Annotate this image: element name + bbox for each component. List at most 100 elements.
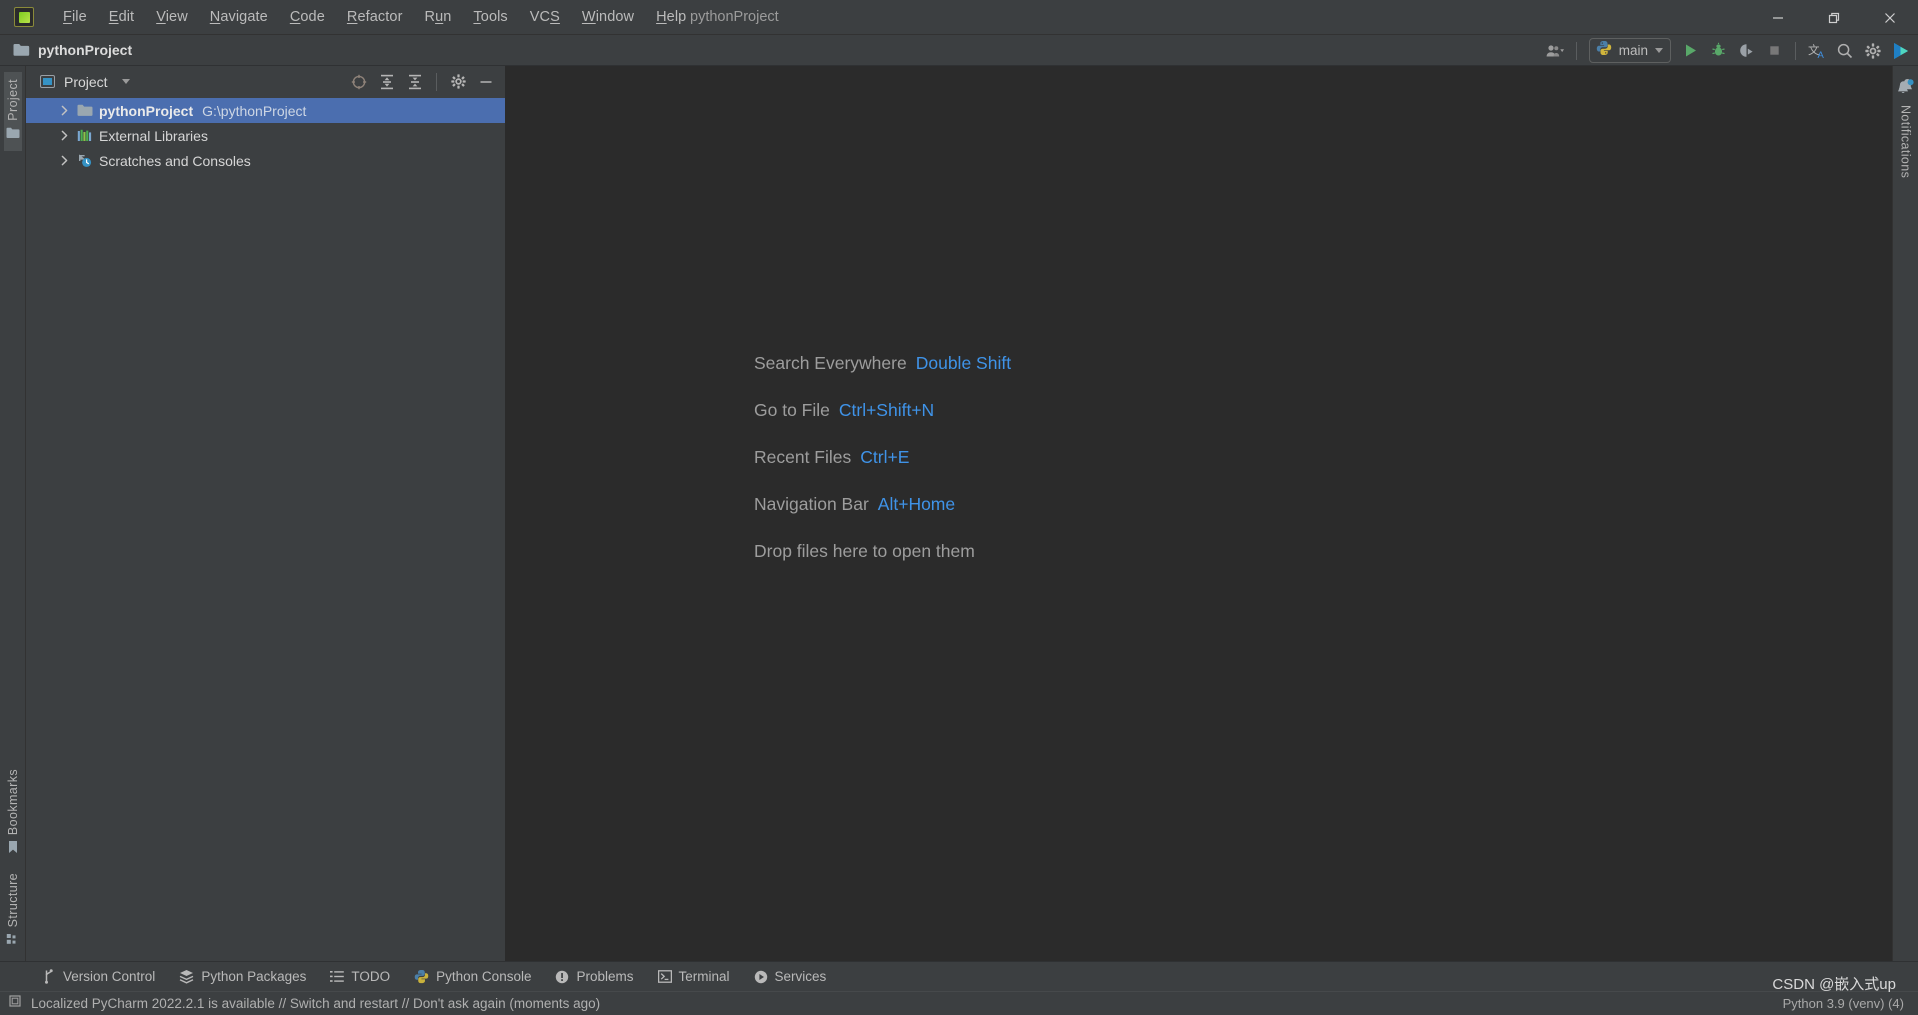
tool-window-options-button[interactable] xyxy=(445,69,471,94)
menu-item-tools[interactable]: Tools xyxy=(462,5,518,29)
chevron-right-icon[interactable] xyxy=(56,130,72,141)
rail-label-bookmarks: Bookmarks xyxy=(5,768,20,835)
bottom-tool-bar: Version Control Python Packages TODO Python… xyxy=(0,961,1918,991)
status-message[interactable]: Localized PyCharm 2022.2.1 is available … xyxy=(31,996,600,1011)
rail-button-project[interactable]: Project xyxy=(3,72,22,151)
main-body: Project Bookmarks Structure Project pyth… xyxy=(0,66,1918,961)
libraries-icon xyxy=(77,129,99,143)
python-icon xyxy=(1596,40,1612,61)
editor-tip: Go to File Ctrl+Shift+N xyxy=(754,400,1011,421)
menu-item-view[interactable]: View xyxy=(145,5,199,29)
rail-button-bookmarks[interactable]: Bookmarks xyxy=(4,762,22,866)
editor-tip-shortcut: Ctrl+Shift+N xyxy=(838,400,935,420)
bottom-bar-item-todo[interactable]: TODO xyxy=(318,965,402,988)
services-icon xyxy=(754,970,768,984)
toolbar-separator xyxy=(1575,41,1577,60)
editor-tip: Navigation Bar Alt+Home xyxy=(754,494,1011,515)
hide-tool-window-button[interactable] xyxy=(473,69,499,94)
rail-button-notifications[interactable]: Notifications xyxy=(1895,72,1917,185)
menu-item-run[interactable]: Run xyxy=(414,5,463,29)
pycharm-logo-glyph xyxy=(18,11,30,23)
translate-icon[interactable]: 文 A xyxy=(1804,38,1830,63)
menu-item-navigate[interactable]: Navigate xyxy=(199,5,279,29)
right-tool-rail: Notifications xyxy=(1892,66,1918,961)
pycharm-window: File Edit View Navigate Code Refactor Run Tools… xyxy=(0,0,1918,1015)
tree-row[interactable]: Scratches and Consoles xyxy=(26,148,505,173)
tree-row[interactable]: pythonProject G:\pythonProject xyxy=(26,98,505,123)
editor-tip-shortcut: Alt+Home xyxy=(877,494,956,514)
left-tool-rail: Project Bookmarks Structure xyxy=(0,66,26,961)
collapse-all-button[interactable] xyxy=(402,69,428,94)
project-tool-window-title: Project xyxy=(64,73,108,90)
chevron-right-icon[interactable] xyxy=(56,155,72,166)
svg-text:A: A xyxy=(1817,50,1824,60)
title-bar: File Edit View Navigate Code Refactor Run Tools… xyxy=(0,0,1918,35)
select-opened-file-button[interactable] xyxy=(346,69,372,94)
left-rail-top-group: Project xyxy=(0,72,25,151)
folder-icon xyxy=(77,104,99,117)
bottom-bar-item-label: Terminal xyxy=(678,969,730,984)
branch-icon xyxy=(42,969,56,984)
tree-node-label: pythonProject xyxy=(99,102,194,119)
debug-button[interactable] xyxy=(1705,38,1731,63)
run-with-coverage-button[interactable] xyxy=(1733,38,1759,63)
menu-item-code[interactable]: Code xyxy=(279,5,336,29)
bottom-bar-item-python-packages[interactable]: Python Packages xyxy=(167,965,318,988)
structure-icon xyxy=(6,932,20,950)
bottom-bar-item-python-console[interactable]: Python Console xyxy=(402,965,543,988)
project-name-label: pythonProject xyxy=(38,42,133,58)
bottom-bar-item-services[interactable]: Services xyxy=(742,965,839,988)
scratches-icon xyxy=(77,153,99,168)
ide-assistant-icon[interactable] xyxy=(1888,38,1914,63)
close-button[interactable] xyxy=(1862,0,1918,35)
search-icon[interactable] xyxy=(1832,38,1858,63)
editor-tips-list: Search Everywhere Double Shift Go to File C… xyxy=(754,353,1011,562)
bottom-bar-item-terminal[interactable]: Terminal xyxy=(646,965,742,988)
packages-icon xyxy=(179,969,194,984)
problems-icon xyxy=(555,970,569,984)
editor-tip-action: Navigation Bar xyxy=(754,494,869,514)
maximize-restore-button[interactable] xyxy=(1806,0,1862,35)
stop-button[interactable] xyxy=(1761,38,1787,63)
rail-button-structure[interactable]: Structure xyxy=(4,866,22,957)
toolbar-separator-2 xyxy=(1795,41,1796,60)
expand-all-button[interactable] xyxy=(374,69,400,94)
bottom-bar-item-label: Python Packages xyxy=(201,969,307,984)
chevron-right-icon[interactable] xyxy=(56,105,72,116)
tree-node-label: Scratches and Consoles xyxy=(99,152,251,169)
minimize-button[interactable] xyxy=(1750,0,1806,35)
project-tool-window-header: Project xyxy=(26,66,505,97)
run-button[interactable] xyxy=(1677,38,1703,63)
bottom-bar-item-label: Version Control xyxy=(63,969,156,984)
chevron-down-icon[interactable] xyxy=(121,79,130,84)
menu-item-refactor[interactable]: Refactor xyxy=(336,5,414,29)
account-icon[interactable] xyxy=(1542,38,1568,63)
editor-empty-area[interactable]: Search Everywhere Double Shift Go to File C… xyxy=(506,66,1892,961)
bottom-bar-item-label: Python Console xyxy=(436,969,532,984)
bottom-bar-item-version-control[interactable]: Version Control xyxy=(30,965,167,988)
project-tool-window-actions xyxy=(346,69,499,94)
menu-item-vcs[interactable]: VCS xyxy=(519,5,571,29)
menu-item-edit[interactable]: Edit xyxy=(98,5,145,29)
pycharm-logo-icon xyxy=(14,7,34,27)
menu-item-file[interactable]: File xyxy=(52,5,98,29)
run-configuration-selector[interactable]: main xyxy=(1588,38,1671,63)
rail-label-notifications: Notifications xyxy=(1898,105,1913,179)
bell-icon xyxy=(1897,79,1915,100)
project-tool-window: Project pythonProject G:\pythonProject E… xyxy=(26,66,506,961)
tree-row[interactable]: External Libraries xyxy=(26,123,505,148)
todo-list-icon xyxy=(330,970,345,983)
python-icon xyxy=(414,969,429,984)
memory-indicator-icon[interactable] xyxy=(8,994,22,1013)
bottom-bar-item-problems[interactable]: Problems xyxy=(543,965,645,988)
project-tree[interactable]: pythonProject G:\pythonProject External Li… xyxy=(26,97,505,961)
editor-tip-action: Go to File xyxy=(754,400,830,420)
editor-tip-shortcut: Ctrl+E xyxy=(860,447,910,467)
interpreter-status[interactable]: Python 3.9 (venv) (4) xyxy=(1783,996,1904,1011)
menu-item-window[interactable]: Window xyxy=(571,5,645,29)
tool-window-separator xyxy=(436,72,437,91)
chevron-down-icon xyxy=(1655,48,1663,53)
rail-label-structure: Structure xyxy=(5,872,20,927)
gear-icon[interactable] xyxy=(1860,38,1886,63)
editor-tip: Drop files here to open them xyxy=(754,541,1011,562)
